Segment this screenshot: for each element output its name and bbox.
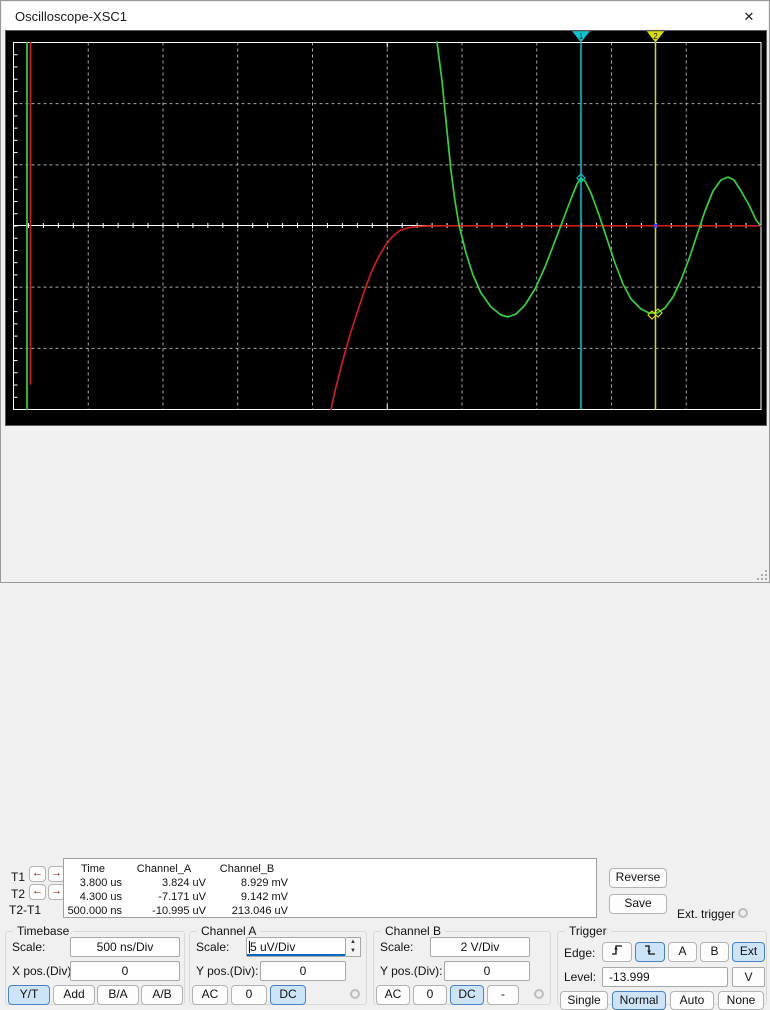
trigger-level-field[interactable]: -13.999 (602, 967, 728, 987)
channel-b-scale-field[interactable]: 2 V/Div (430, 937, 530, 957)
timebase-xpos-field[interactable]: 0 (70, 961, 180, 981)
t2-row: 4.300 us -7.171 uV 9.142 mV (64, 890, 288, 904)
channel-a-group: Channel A Scale: 5 uV/Div ▲▼ Y pos.(Div)… (189, 931, 367, 1005)
t2-t1-row: 500.000 ns -10.995 uV 213.046 uV (64, 904, 288, 918)
t2-left-button[interactable]: ← (29, 884, 46, 900)
readout-table: Time Channel_A Channel_B 3.800 us 3.824 … (64, 862, 288, 918)
channel-b-ypos-field[interactable]: 0 (444, 961, 530, 981)
col-channel-a: Channel_A (122, 862, 206, 876)
trigger-edge-label: Edge: (564, 946, 595, 960)
readout-header-row: Time Channel_A Channel_B (64, 862, 288, 876)
resize-grip[interactable] (755, 568, 767, 580)
channel-b-title: Channel B (381, 924, 445, 938)
trigger-level-unit: V (732, 967, 765, 987)
channel-a-trace (331, 226, 761, 410)
dt-time: 500.000 ns (64, 904, 122, 918)
cursor-1[interactable]: 1 (572, 31, 590, 410)
oscilloscope-screen: 12 (5, 30, 767, 426)
timebase-scale-field[interactable]: 500 ns/Div (70, 937, 180, 957)
t1-left-button[interactable]: ← (29, 866, 46, 882)
rising-edge-button[interactable] (602, 942, 632, 962)
waveform-display: 12 (6, 31, 766, 425)
trigger-a-button[interactable]: A (668, 942, 697, 962)
channel-a-title: Channel A (197, 924, 260, 938)
t2-t1-label: T2-T1 (9, 903, 41, 917)
col-channel-b: Channel_B (206, 862, 288, 876)
channel-a-terminal-icon (350, 989, 360, 999)
channel-b-trace (437, 42, 760, 317)
channel-a-scale-spinner[interactable]: ▲▼ (346, 937, 361, 957)
close-icon[interactable]: ✕ (738, 7, 760, 26)
channel-b-minus-button[interactable]: - (487, 985, 519, 1005)
trigger-group: Trigger Edge: A B Ext Level: -13.999 V S… (557, 931, 767, 1005)
trigger-none-button[interactable]: None (718, 991, 764, 1010)
channel-a-scale-field[interactable]: 5 uV/Div (246, 937, 346, 957)
trigger-title: Trigger (565, 924, 611, 938)
cursor-1-label: 1 (579, 32, 584, 41)
reverse-button[interactable]: Reverse (609, 868, 667, 888)
t2-time: 4.300 us (64, 890, 122, 904)
channel-a-scale-label: Scale: (196, 940, 229, 954)
cursor2-axis-dot (654, 224, 658, 228)
channel-b-terminal-icon (534, 989, 544, 999)
measurement-readout: Time Channel_A Channel_B 3.800 us 3.824 … (63, 858, 597, 918)
falling-edge-button[interactable] (635, 942, 665, 962)
trigger-b-button[interactable]: B (700, 942, 729, 962)
trigger-level-label: Level: (564, 970, 596, 984)
mode-add-button[interactable]: Add (53, 985, 95, 1005)
channel-a-dc-button[interactable]: DC (270, 985, 306, 1005)
t1-time: 3.800 us (64, 876, 122, 890)
title-bar: Oscilloscope-XSC1 ✕ (2, 2, 768, 30)
falling-edge-icon (643, 943, 657, 957)
channel-b-zero-button[interactable]: 0 (413, 985, 447, 1005)
t2-label: T2 (11, 887, 25, 901)
oscilloscope-window: Oscilloscope-XSC1 ✕ 12 T1 ← → T2 ← → T2-… (0, 0, 770, 583)
channel-b-scale-label: Scale: (380, 940, 413, 954)
channel-a-ypos-label: Y pos.(Div): (196, 964, 258, 978)
timebase-title: Timebase (13, 924, 73, 938)
save-button[interactable]: Save (609, 894, 667, 914)
ext-trigger-terminal-icon (738, 908, 748, 918)
trigger-auto-button[interactable]: Auto (670, 991, 714, 1010)
spinner-up-icon[interactable]: ▲ (350, 939, 356, 945)
rising-edge-icon (610, 943, 624, 957)
trigger-normal-button[interactable]: Normal (612, 991, 666, 1010)
mode-ab-button[interactable]: A/B (141, 985, 183, 1005)
dt-channel-a: -10.995 uV (122, 904, 206, 918)
cursor-2[interactable]: 2 (647, 31, 665, 410)
t2-channel-a: -7.171 uV (122, 890, 206, 904)
channel-b-ac-button[interactable]: AC (376, 985, 410, 1005)
t2-channel-b: 9.142 mV (206, 890, 288, 904)
focus-underline (247, 954, 345, 956)
trigger-single-button[interactable]: Single (560, 991, 608, 1010)
timebase-scale-label: Scale: (12, 940, 45, 954)
channel-b-group: Channel B Scale: 2 V/Div Y pos.(Div): 0 … (373, 931, 551, 1005)
cursor-2-label: 2 (653, 32, 658, 41)
trigger-ext-button[interactable]: Ext (732, 942, 765, 962)
channel-a-ypos-field[interactable]: 0 (260, 961, 346, 981)
control-panel: T1 ← → T2 ← → T2-T1 Time Channel_A Chann… (1, 426, 769, 582)
window-title: Oscilloscope-XSC1 (15, 9, 127, 24)
mode-yt-button[interactable]: Y/T (8, 985, 50, 1005)
t1-label: T1 (11, 870, 25, 884)
channel-b-dc-button[interactable]: DC (450, 985, 484, 1005)
timebase-xpos-label: X pos.(Div): (12, 964, 75, 978)
channel-b-ypos-label: Y pos.(Div): (380, 964, 442, 978)
col-time: Time (64, 862, 122, 876)
mode-ba-button[interactable]: B/A (97, 985, 139, 1005)
t1-channel-a: 3.824 uV (122, 876, 206, 890)
dt-channel-b: 213.046 uV (206, 904, 288, 918)
t1-channel-b: 8.929 mV (206, 876, 288, 890)
spinner-down-icon[interactable]: ▼ (350, 948, 356, 954)
channel-a-ac-button[interactable]: AC (192, 985, 228, 1005)
t1-row: 3.800 us 3.824 uV 8.929 mV (64, 876, 288, 890)
channel-a-zero-button[interactable]: 0 (231, 985, 267, 1005)
timebase-group: Timebase Scale: 500 ns/Div X pos.(Div): … (5, 931, 185, 1005)
ext-trigger-label: Ext. trigger (677, 907, 735, 921)
channel-a-scale-value: 5 uV/Div (250, 940, 295, 954)
